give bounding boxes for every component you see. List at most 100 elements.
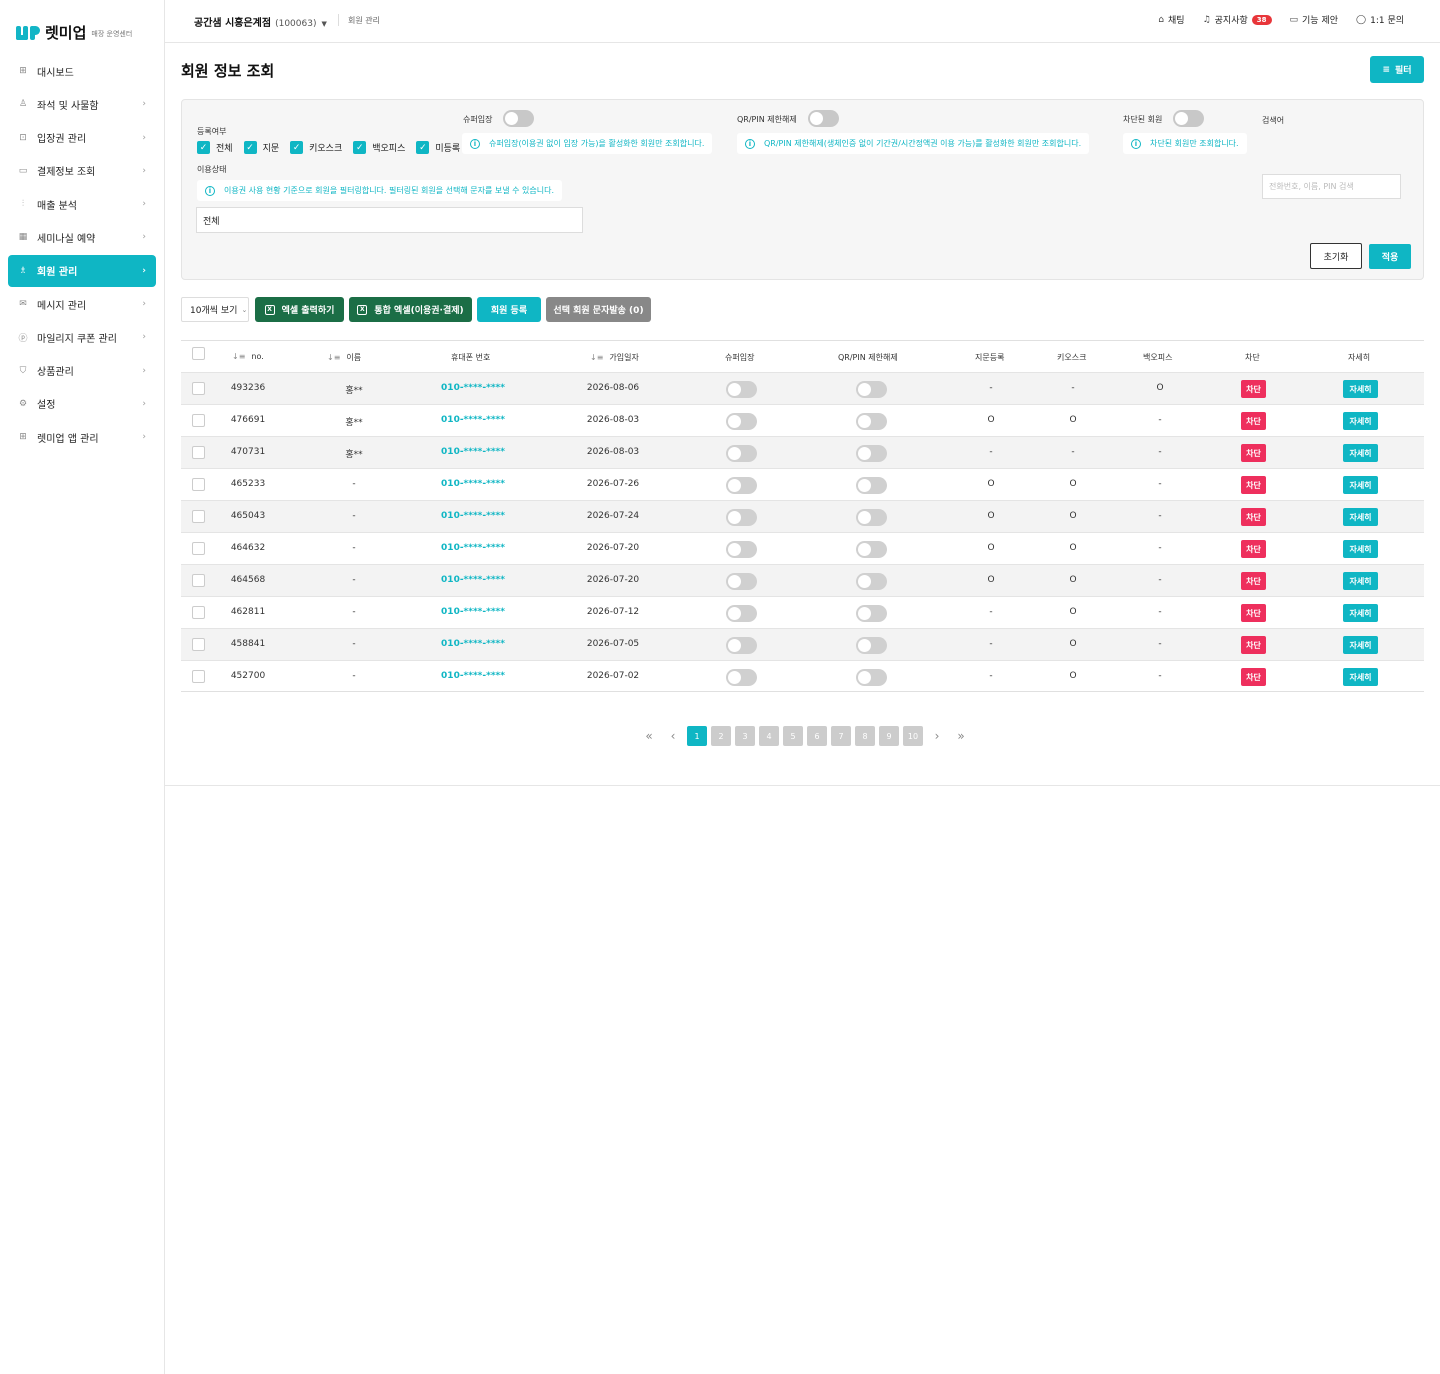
detail-button[interactable]: 자세히 <box>1343 380 1378 398</box>
detail-button[interactable]: 자세히 <box>1343 412 1378 430</box>
sidebar-item[interactable]: ✉ 메시지 관리 › <box>8 288 156 320</box>
detail-button[interactable]: 자세히 <box>1343 636 1378 654</box>
send-sms-button[interactable]: 선택 회원 문자발송 (0) <box>546 297 651 322</box>
block-button[interactable]: 차단 <box>1241 444 1266 462</box>
sidebar-item[interactable]: ▭ 결제정보 조회 › <box>8 155 156 187</box>
qr-toggle[interactable] <box>856 413 887 430</box>
reset-button[interactable]: 초기화 <box>1310 243 1362 269</box>
sidebar-item[interactable]: ♗ 회원 관리 › <box>8 254 156 287</box>
block-button[interactable]: 차단 <box>1241 540 1266 558</box>
page-number[interactable]: 9 <box>879 726 899 746</box>
page-number[interactable]: 3 <box>735 726 755 746</box>
sidebar-item[interactable]: ⊞ 대시보드 <box>8 55 156 87</box>
sidebar-item[interactable]: ⚙ 설정 › <box>8 388 156 420</box>
page-size-select[interactable]: 10개씩 보기 ⌄ <box>181 297 249 322</box>
sidebar-item[interactable]: ♙ 좌석 및 사물함 › <box>8 88 156 120</box>
super-entry-toggle[interactable] <box>726 669 757 686</box>
super-entry-toggle[interactable] <box>726 413 757 430</box>
first-page-icon[interactable]: « <box>639 726 659 746</box>
registration-checkbox[interactable]: ✓ 백오피스 <box>353 141 405 154</box>
registration-checkbox[interactable]: ✓ 미등록 <box>416 141 460 154</box>
sidebar-item[interactable]: ⊡ 입장권 관리 › <box>8 122 156 154</box>
row-checkbox[interactable] <box>192 382 205 395</box>
registration-checkbox[interactable]: ✓ 전체 <box>197 141 233 154</box>
sidebar-item[interactable]: ⫶ 매출 분석 › <box>8 188 156 220</box>
super-entry-toggle[interactable] <box>726 445 757 462</box>
page-number[interactable]: 1 <box>687 726 707 746</box>
block-button[interactable]: 차단 <box>1241 380 1266 398</box>
qr-toggle[interactable] <box>856 669 887 686</box>
detail-button[interactable]: 자세히 <box>1343 572 1378 590</box>
block-button[interactable]: 차단 <box>1241 508 1266 526</box>
page-number[interactable]: 2 <box>711 726 731 746</box>
col-joined[interactable]: ↓≡ 가입일자 <box>590 352 639 363</box>
prev-page-icon[interactable]: ‹ <box>663 726 683 746</box>
qr-toggle[interactable] <box>856 573 887 590</box>
row-checkbox[interactable] <box>192 542 205 555</box>
qr-toggle[interactable] <box>856 445 887 462</box>
store-selector[interactable]: 공간샘 시흥은계점 (100063) ▼ <box>194 14 327 29</box>
page-number[interactable]: 4 <box>759 726 779 746</box>
super-entry-toggle[interactable] <box>503 110 534 127</box>
page-number[interactable]: 6 <box>807 726 827 746</box>
qr-toggle[interactable] <box>856 605 887 622</box>
detail-button[interactable]: 자세히 <box>1343 444 1378 462</box>
sidebar-item[interactable]: ⓟ 마일리지 쿠폰 관리 › <box>8 321 156 353</box>
page-number[interactable]: 7 <box>831 726 851 746</box>
row-checkbox[interactable] <box>192 446 205 459</box>
super-entry-toggle[interactable] <box>726 541 757 558</box>
detail-button[interactable]: 자세히 <box>1343 604 1378 622</box>
sidebar-item[interactable]: ▦ 세미나실 예약 › <box>8 221 156 253</box>
next-page-icon[interactable]: › <box>927 726 947 746</box>
inquiry-link[interactable]: ◯ 1:1 문의 <box>1356 13 1404 27</box>
detail-button[interactable]: 자세히 <box>1343 540 1378 558</box>
suggest-link[interactable]: ▭ 기능 제안 <box>1290 13 1339 27</box>
row-checkbox[interactable] <box>192 414 205 427</box>
row-checkbox[interactable] <box>192 606 205 619</box>
block-button[interactable]: 차단 <box>1241 604 1266 622</box>
page-number[interactable]: 8 <box>855 726 875 746</box>
super-entry-toggle[interactable] <box>726 477 757 494</box>
row-checkbox[interactable] <box>192 638 205 651</box>
detail-button[interactable]: 자세히 <box>1343 508 1378 526</box>
chat-link[interactable]: ⌂ 채팅 <box>1158 13 1184 27</box>
block-button[interactable]: 차단 <box>1241 476 1266 494</box>
row-checkbox[interactable] <box>192 478 205 491</box>
qr-toggle[interactable] <box>856 541 887 558</box>
notice-link[interactable]: ♫ 공지사항 38 <box>1203 13 1272 26</box>
qr-toggle[interactable] <box>856 509 887 526</box>
row-checkbox[interactable] <box>192 510 205 523</box>
qr-toggle[interactable] <box>856 477 887 494</box>
apply-button[interactable]: 적용 <box>1369 244 1411 269</box>
col-no[interactable]: ↓≡ no. <box>232 352 264 361</box>
super-entry-toggle[interactable] <box>726 573 757 590</box>
qr-toggle[interactable] <box>808 110 839 127</box>
detail-button[interactable]: 자세히 <box>1343 476 1378 494</box>
search-input[interactable]: 전화번호, 이름, PIN 검색 <box>1262 174 1401 199</box>
block-button[interactable]: 차단 <box>1241 412 1266 430</box>
row-checkbox[interactable] <box>192 574 205 587</box>
row-checkbox[interactable] <box>192 670 205 683</box>
super-entry-toggle[interactable] <box>726 381 757 398</box>
page-number[interactable]: 5 <box>783 726 803 746</box>
status-select[interactable]: 전체 <box>196 207 583 233</box>
detail-button[interactable]: 자세히 <box>1343 668 1378 686</box>
sidebar-item[interactable]: ⊞ 렛미업 앱 관리 › <box>8 421 156 453</box>
qr-toggle[interactable] <box>856 381 887 398</box>
blocked-toggle[interactable] <box>1173 110 1204 127</box>
super-entry-toggle[interactable] <box>726 509 757 526</box>
block-button[interactable]: 차단 <box>1241 572 1266 590</box>
col-name[interactable]: ↓≡ 이름 <box>327 352 361 363</box>
super-entry-toggle[interactable] <box>726 637 757 654</box>
sidebar-item[interactable]: ⛉ 상품관리 › <box>8 355 156 387</box>
qr-toggle[interactable] <box>856 637 887 654</box>
excel-export-button[interactable]: X 엑셀 출력하기 <box>255 297 344 322</box>
registration-checkbox[interactable]: ✓ 지문 <box>243 141 279 154</box>
block-button[interactable]: 차단 <box>1241 668 1266 686</box>
page-number[interactable]: 10 <box>903 726 923 746</box>
logo[interactable]: 렛미업 매장 운영센터 <box>16 22 132 42</box>
register-member-button[interactable]: 회원 등록 <box>477 297 541 322</box>
registration-checkbox[interactable]: ✓ 키오스크 <box>290 141 342 154</box>
block-button[interactable]: 차단 <box>1241 636 1266 654</box>
select-all-checkbox[interactable] <box>192 347 205 360</box>
